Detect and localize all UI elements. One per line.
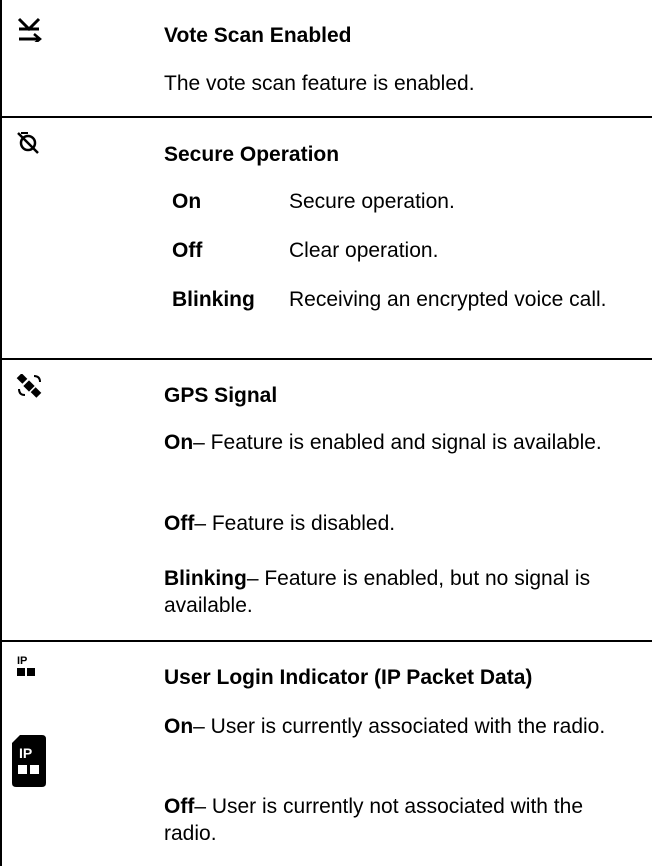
- row-title-user-login: User Login Indicator (IP Packet Data): [164, 666, 533, 689]
- row-title-secure-operation: Secure Operation: [164, 143, 340, 166]
- row-divider: [2, 358, 652, 360]
- ip-icon-text: IP: [17, 655, 27, 667]
- state-term: Off: [164, 512, 195, 535]
- state-description: – User is currently associated with the …: [193, 715, 606, 738]
- state-term: On: [172, 190, 202, 213]
- state-description: – User is currently not associated with …: [164, 795, 584, 845]
- ip-login-large-icon: IP: [12, 735, 46, 787]
- gps-state-off: Off– Feature is disabled.: [164, 510, 634, 537]
- secure-operation-icon: [17, 132, 39, 154]
- row-divider: [2, 640, 652, 642]
- gps-state-blinking: Blinking– Feature is enabled, but no sig…: [164, 565, 634, 619]
- state-description: – Feature is enabled and signal is avail…: [193, 431, 602, 454]
- row-title-vote-scan: Vote Scan Enabled: [164, 24, 352, 47]
- ip-login-icon: IP: [17, 655, 35, 676]
- state-description: – Feature is disabled.: [194, 512, 396, 535]
- login-state-on: On– User is currently associated with th…: [164, 713, 634, 740]
- state-term: On: [164, 715, 194, 738]
- state-term: Off: [164, 795, 195, 818]
- row-title-gps-signal: GPS Signal: [164, 384, 278, 407]
- ip-icon-text: IP: [19, 745, 32, 761]
- state-term: Blinking: [172, 288, 255, 311]
- row-divider: [2, 116, 652, 118]
- indicator-table: Vote Scan Enabled The vote scan feature …: [0, 0, 652, 866]
- state-term: On: [164, 431, 194, 454]
- login-state-off: Off– User is currently not associated wi…: [164, 793, 634, 847]
- gps-state-on: On– Feature is enabled and signal is ava…: [164, 429, 634, 456]
- state-description: Secure operation.: [289, 190, 455, 213]
- state-term: Off: [172, 239, 203, 262]
- vote-scan-icon: [17, 17, 42, 42]
- state-description: Receiving an encrypted voice call.: [289, 288, 607, 311]
- gps-satellite-icon: [16, 374, 42, 398]
- state-term: Blinking: [164, 567, 247, 590]
- row-description-vote-scan: The vote scan feature is enabled.: [164, 72, 475, 95]
- state-description: Clear operation.: [289, 239, 439, 262]
